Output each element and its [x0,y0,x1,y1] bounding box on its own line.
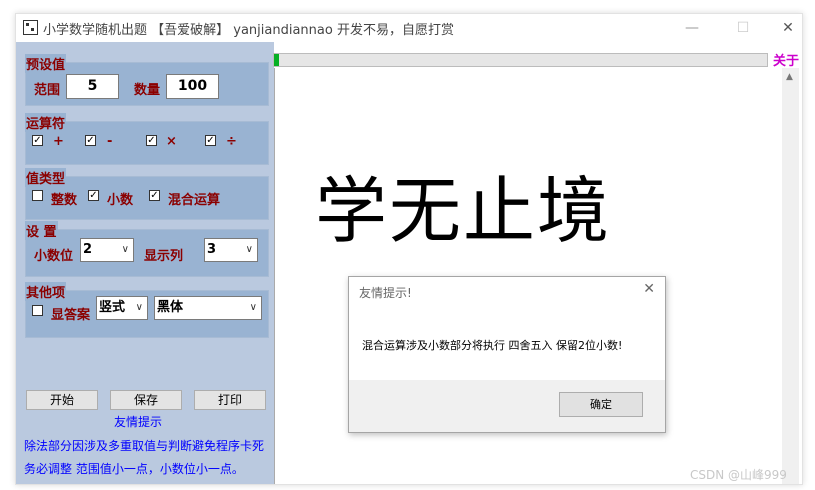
range-input[interactable]: 5 [66,74,119,99]
progress-bar [273,53,768,67]
dialog-footer: 确定 [349,380,665,432]
plus-checkbox[interactable]: ✓ [32,135,43,146]
title-bar[interactable]: 小学数学随机出题 【吾爱破解】 yanjiandiannao 开发不易，自愿打赏… [16,14,802,42]
columns-select[interactable]: 3 ∨ [204,238,258,262]
about-link[interactable]: 关于 [773,50,799,69]
minus-label: - [107,134,113,149]
watermark: CSDN @山峰999 [690,468,787,482]
operators-title: 运算符 [25,113,67,132]
dialog-message: 混合运算涉及小数部分将执行 四舍五入 保留2位小数! [362,339,623,352]
chevron-down-icon: ∨ [249,302,257,313]
format-select[interactable]: 竖式 ∨ [96,296,148,320]
decimals-label: 小数位 [34,249,74,264]
start-button[interactable]: 开始 [26,390,98,410]
value-type-title: 值类型 [25,168,67,187]
integer-label: 整数 [51,193,78,208]
columns-label: 显示列 [144,249,184,264]
close-button[interactable]: ✕ [766,16,810,40]
font-value: 黑体 [157,300,184,315]
headline-text: 学无止境 [315,169,612,253]
presets-title: 预设值 [25,54,67,73]
count-label: 数量 [134,83,161,98]
chevron-down-icon: ∨ [121,244,129,255]
minimize-button[interactable]: — [670,16,714,40]
format-value: 竖式 [99,300,126,315]
minus-checkbox[interactable]: ✓ [85,135,96,146]
show-answer-checkbox[interactable] [32,305,43,316]
columns-value: 3 [207,242,217,257]
other-title: 其他项 [25,282,67,301]
scroll-up-icon[interactable]: ▲ [786,72,793,82]
mixed-checkbox[interactable]: ✓ [149,190,160,201]
tips-line-1: 除法部分因涉及多重取值与判断避免程序卡死 [24,439,265,453]
integer-checkbox[interactable] [32,190,43,201]
tips-heading: 友情提示 [114,415,163,429]
chevron-down-icon: ∨ [135,302,143,313]
ok-button[interactable]: 确定 [559,392,643,417]
multiply-label: × [166,134,177,149]
maximize-button[interactable]: ☐ [721,16,765,40]
divide-label: ÷ [226,134,237,149]
decimal-checkbox[interactable]: ✓ [88,190,99,201]
print-button[interactable]: 打印 [194,390,266,410]
decimal-label: 小数 [107,193,134,208]
count-input[interactable]: 100 [166,74,219,99]
chevron-down-icon: ∨ [245,244,253,255]
progress-fill [274,54,279,66]
dialog-title: 友情提示! [359,286,412,300]
plus-label: + [53,134,64,149]
save-button[interactable]: 保存 [110,390,182,410]
window-title: 小学数学随机出题 【吾爱破解】 yanjiandiannao 开发不易，自愿打赏 [43,23,454,38]
range-label: 范围 [34,83,61,98]
show-answer-label: 显答案 [51,308,91,323]
multiply-checkbox[interactable]: ✓ [146,135,157,146]
vertical-scrollbar[interactable]: ▲ [782,68,799,484]
divide-checkbox[interactable]: ✓ [205,135,216,146]
app-icon [23,20,38,35]
tips-line-2: 务必调整 范围值小一点，小数位小一点。 [24,462,244,476]
message-dialog: 友情提示! ✕ 混合运算涉及小数部分将执行 四舍五入 保留2位小数! 确定 [348,276,666,433]
font-select[interactable]: 黑体 ∨ [154,296,262,320]
decimals-select[interactable]: 2 ∨ [80,238,134,262]
decimals-value: 2 [83,242,93,257]
left-panel: 预设值 范围 5 数量 100 运算符 ✓ + ✓ - ✓ × ✓ ÷ 值类型 … [16,42,274,484]
mixed-label: 混合运算 [168,193,221,208]
close-icon[interactable]: ✕ [643,281,655,297]
settings-title: 设 置 [25,221,58,240]
